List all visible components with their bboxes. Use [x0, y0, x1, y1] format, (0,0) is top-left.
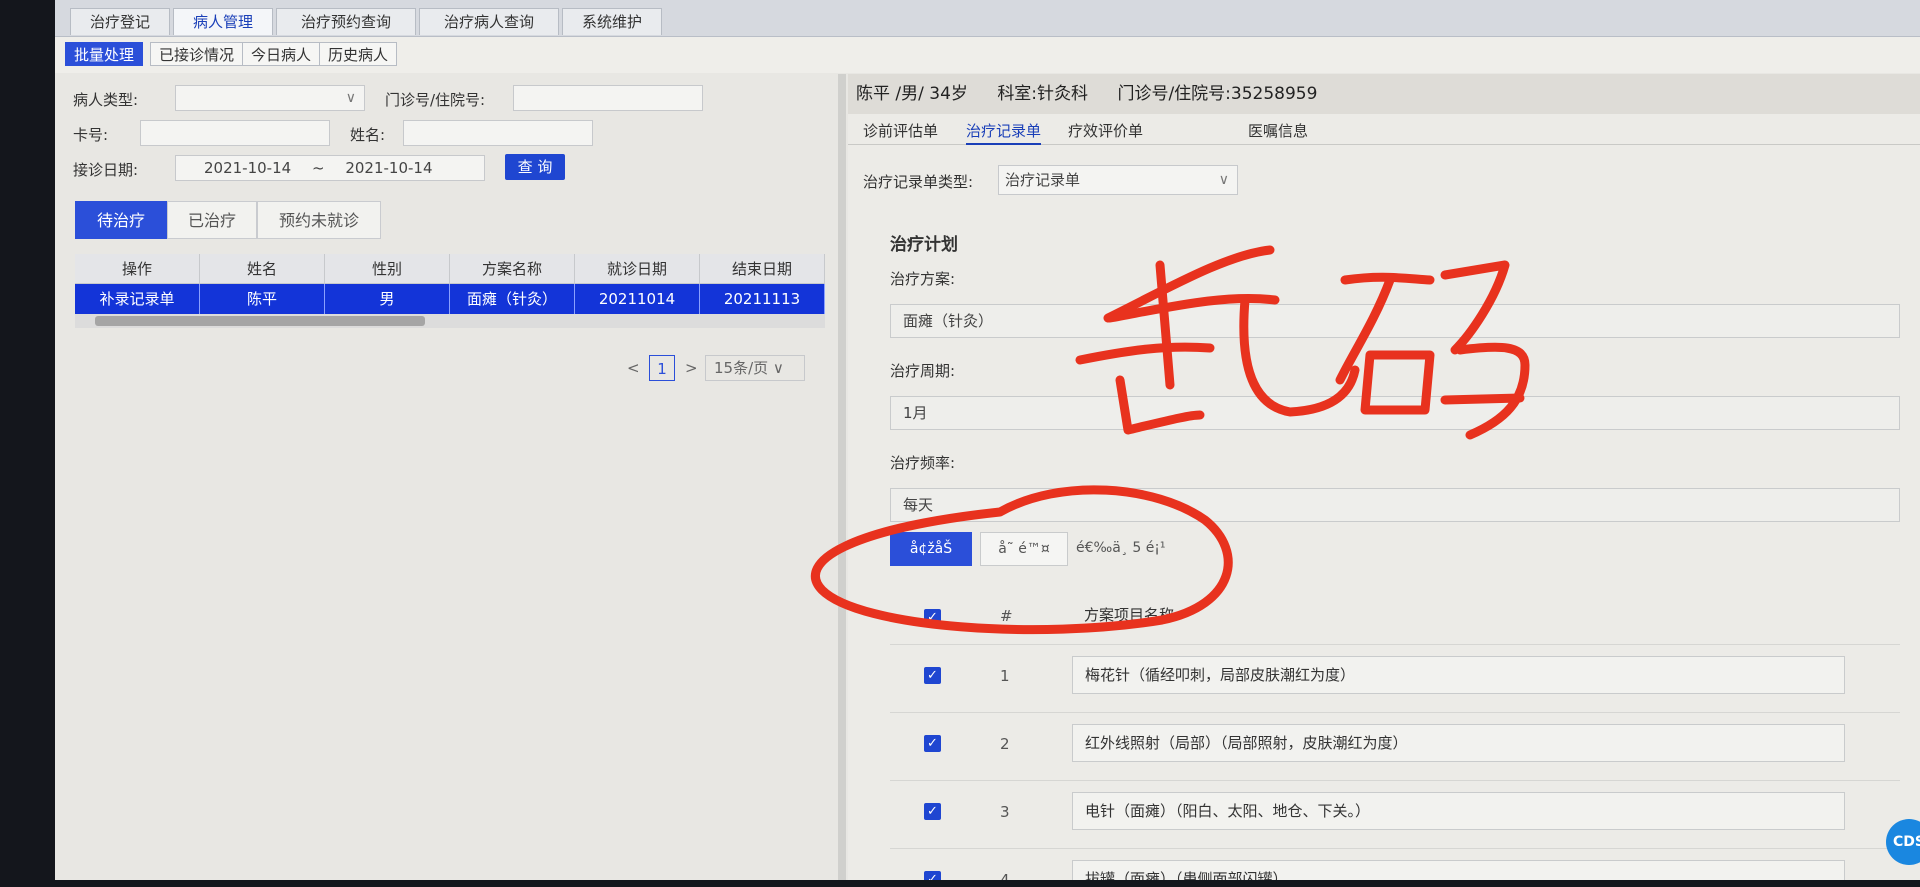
row-checkbox[interactable]: ✓ [924, 803, 941, 820]
garbled-delete-button[interactable]: å˜ é™¤ [980, 532, 1068, 566]
sub-toolbar: 批量处理 已接诊情况 今日病人 历史病人 [55, 37, 1920, 73]
record-type-value: 治疗记录单 [1005, 171, 1081, 189]
column-header[interactable]: 姓名 [200, 254, 325, 284]
page-size-select[interactable]: 15条/页 ∨ [705, 355, 805, 381]
panel-divider[interactable] [838, 74, 846, 880]
row-checkbox[interactable]: ✓ [924, 667, 941, 684]
table-header: 操作 姓名 性别 方案名称 就诊日期 结束日期 [75, 254, 825, 284]
index-header: # [1000, 607, 1013, 625]
card-no-input[interactable] [140, 120, 330, 146]
tab-reserved-not-visited[interactable]: 预约未就诊 [257, 201, 381, 239]
patient-list-panel: 病人类型: ∨ 门诊号/住院号: 卡号: 姓名: 接诊日期: 2021-10-1… [55, 74, 825, 880]
garbled-add-button[interactable]: å¢žåŠ [890, 532, 972, 566]
scheme-label: 治疗方案: [890, 270, 956, 288]
items-header: ✓ # 方案项目名称 [890, 589, 1900, 645]
outpatient-no-input[interactable] [513, 85, 703, 111]
visit-date-label: 接诊日期: [73, 161, 139, 179]
table-cell: 男 [325, 284, 450, 314]
column-header[interactable]: 就诊日期 [575, 254, 700, 284]
date-to: 2021-10-14 [345, 159, 433, 177]
tab-medical-orders[interactable]: 医嘱信息 [1248, 120, 1308, 141]
record-panel: 陈平 /男/ 34岁 科室:针灸科 门诊号/住院号:35258959 诊前评估单… [848, 74, 1920, 880]
card-no-label: 卡号: [73, 126, 109, 144]
name-input[interactable] [403, 120, 593, 146]
garbled-selection-text: é€‰ä¸­ 5 é¡¹ [1076, 540, 1166, 556]
chevron-down-icon: ∨ [1218, 172, 1229, 188]
row-index: 2 [1000, 735, 1010, 753]
record-type-label: 治疗记录单类型: [863, 173, 974, 191]
history-patients-button[interactable]: 历史病人 [319, 42, 398, 66]
query-button[interactable]: 查 询 [505, 154, 565, 180]
row-checkbox[interactable]: ✓ [924, 871, 941, 880]
tab-pending-treatment[interactable]: 待治疗 [75, 201, 167, 239]
patient-header: 陈平 /男/ 34岁 科室:针灸科 门诊号/住院号:35258959 [848, 74, 1920, 114]
supplement-record-link[interactable]: 补录记录单 [75, 284, 200, 314]
item-name-field[interactable]: 电针（面瘫）（阳白、太阳、地仓、下关。） [1072, 792, 1845, 830]
table-row: ✓ 4 拔罐（面瘫）（患侧面部闪罐） [890, 849, 1900, 880]
patient-name-info: 陈平 /男/ 34岁 [856, 84, 968, 104]
table-row: ✓ 2 红外线照射（局部）（局部照射，皮肤潮红为度） [890, 713, 1900, 781]
tab-pre-assessment[interactable]: 诊前评估单 [863, 120, 938, 141]
item-name-field[interactable]: 拔罐（面瘫）（患侧面部闪罐） [1072, 860, 1845, 880]
period-field[interactable]: 1月 [890, 396, 1900, 430]
column-header[interactable]: 结束日期 [700, 254, 825, 284]
top-tab-bar: 治疗登记 病人管理 治疗预约查询 治疗病人查询 系统维护 [55, 0, 1920, 37]
scrollbar-thumb[interactable] [95, 316, 425, 326]
patient-type-label: 病人类型: [73, 91, 139, 109]
next-page-button[interactable]: > [685, 359, 698, 377]
row-index: 4 [1000, 871, 1010, 880]
column-header[interactable]: 操作 [75, 254, 200, 284]
item-name-field[interactable]: 红外线照射（局部）（局部照射，皮肤潮红为度） [1072, 724, 1845, 762]
plan-title: 治疗计划 [890, 235, 958, 255]
table-cell: 面瘫（针灸） [450, 284, 575, 314]
frequency-field[interactable]: 每天 [890, 488, 1900, 522]
batch-process-button[interactable]: 批量处理 [65, 42, 144, 66]
frequency-label: 治疗频率: [890, 454, 956, 472]
table-cell: 陈平 [200, 284, 325, 314]
prev-page-button[interactable]: < [627, 359, 640, 377]
tab-appointment-query[interactable]: 治疗预约查询 [276, 8, 416, 35]
record-tabs: 诊前评估单 治疗记录单 疗效评价单 医嘱信息 [848, 116, 1920, 145]
patient-type-select[interactable]: ∨ [175, 85, 365, 111]
period-label: 治疗周期: [890, 362, 956, 380]
date-range-input[interactable]: 2021-10-14 ~ 2021-10-14 [175, 155, 485, 181]
chevron-down-icon: ∨ [345, 90, 356, 106]
today-patients-button[interactable]: 今日病人 [242, 42, 321, 66]
name-label: 姓名: [350, 126, 386, 144]
page-number[interactable]: 1 [649, 355, 675, 381]
column-header[interactable]: 方案名称 [450, 254, 575, 284]
row-index: 3 [1000, 803, 1010, 821]
item-name-field[interactable]: 梅花针（循经叩刺，局部皮肤潮红为度） [1072, 656, 1845, 694]
table-row: ✓ 1 梅花针（循经叩刺，局部皮肤潮红为度） [890, 645, 1900, 713]
select-all-checkbox[interactable]: ✓ [924, 609, 941, 626]
patient-table: 操作 姓名 性别 方案名称 就诊日期 结束日期 补录记录单 陈平 男 面瘫（针灸… [75, 254, 825, 314]
tab-effect-evaluation[interactable]: 疗效评价单 [1068, 120, 1143, 141]
scheme-items-table: ✓ # 方案项目名称 ✓ 1 梅花针（循经叩刺，局部皮肤潮红为度） ✓ 2 红外… [890, 589, 1900, 880]
item-name-header: 方案项目名称 [1084, 606, 1175, 624]
scheme-field[interactable]: 面瘫（针灸） [890, 304, 1900, 338]
app-screen: 治疗登记 病人管理 治疗预约查询 治疗病人查询 系统维护 批量处理 已接诊情况 … [55, 0, 1920, 880]
date-from: 2021-10-14 [204, 159, 292, 177]
table-cell: 20211014 [575, 284, 700, 314]
tab-system-maintenance[interactable]: 系统维护 [562, 8, 662, 35]
record-type-select[interactable]: 治疗记录单 ∨ [998, 165, 1238, 195]
tab-treatment-record[interactable]: 治疗记录单 [966, 120, 1042, 145]
row-index: 1 [1000, 667, 1010, 685]
patient-department: 科室:针灸科 [997, 84, 1089, 104]
row-checkbox[interactable]: ✓ [924, 735, 941, 752]
tab-patient-query[interactable]: 治疗病人查询 [419, 8, 559, 35]
outpatient-no-label: 门诊号/住院号: [385, 91, 486, 109]
date-separator: ~ [311, 159, 325, 177]
received-status-button[interactable]: 已接诊情况 [150, 42, 244, 66]
table-row[interactable]: 补录记录单 陈平 男 面瘫（针灸） 20211014 20211113 [75, 284, 825, 314]
page-size-value: 15条/页 [714, 359, 769, 377]
tab-treated[interactable]: 已治疗 [167, 201, 257, 239]
tab-treatment-register[interactable]: 治疗登记 [70, 8, 170, 35]
patient-record-no: 门诊号/住院号:35258959 [1117, 84, 1318, 104]
column-header[interactable]: 性别 [325, 254, 450, 284]
table-row: ✓ 3 电针（面瘫）（阳白、太阳、地仓、下关。） [890, 781, 1900, 849]
table-cell: 20211113 [700, 284, 825, 314]
tab-patient-management[interactable]: 病人管理 [173, 8, 273, 35]
horizontal-scrollbar[interactable] [75, 314, 825, 328]
